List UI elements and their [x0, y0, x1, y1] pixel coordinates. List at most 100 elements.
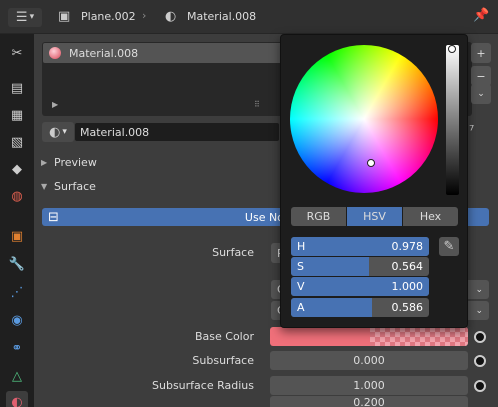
chevron-down-icon: ⌄	[477, 89, 485, 99]
tab-material[interactable]: ◐	[6, 391, 28, 407]
breadcrumb-separator: ›	[142, 9, 147, 22]
value-cursor[interactable]	[448, 45, 456, 53]
tab-hex-label: Hex	[419, 210, 442, 223]
hue-value: 0.978	[391, 240, 424, 253]
alpha-label: A	[297, 301, 305, 314]
preview-panel-header[interactable]: Preview	[54, 156, 97, 169]
alpha-value: 0.586	[391, 301, 424, 314]
tab-constraints[interactable]: ⚭	[6, 337, 28, 359]
saturation-slider[interactable]: S 0.564	[291, 257, 429, 276]
expand-arrow-icon[interactable]: ▶	[52, 100, 58, 109]
tab-modifiers[interactable]: 🔧	[6, 253, 28, 275]
hue-saturation-wheel[interactable]	[290, 45, 438, 193]
base-color-swatch[interactable]	[270, 327, 468, 346]
expand-arrow-icon[interactable]: ▼	[41, 182, 47, 191]
tab-tool[interactable]: ✂	[6, 42, 28, 64]
tab-rgb[interactable]: RGB	[291, 207, 346, 226]
tab-hsv[interactable]: HSV	[347, 207, 402, 226]
subsurface-socket-icon[interactable]	[474, 355, 486, 367]
editor-type-button[interactable]: ☰ ▾	[8, 8, 42, 27]
tab-render[interactable]: ▤	[6, 77, 28, 99]
surface-panel-header[interactable]: Surface	[54, 180, 96, 193]
plus-icon: +	[476, 46, 486, 60]
material-browse-icon: ◐	[49, 124, 61, 140]
material-sphere-icon	[49, 47, 61, 59]
scene-icon: ◆	[12, 161, 22, 177]
material-tab-icon: ◐	[11, 394, 23, 407]
mesh-data-icon: △	[12, 368, 22, 384]
blender-properties-editor: ☰ ▾ ▣ Plane.002 › ◐ Material.008 📌 ✂ ▤ ▦…	[0, 0, 498, 407]
tab-rgb-label: RGB	[306, 210, 331, 223]
base-color-alpha	[370, 327, 468, 346]
tab-output[interactable]: ▦	[6, 104, 28, 126]
value-value: 1.000	[391, 280, 424, 293]
object-name[interactable]: Plane.002	[81, 10, 136, 23]
slot-name: Material.008	[69, 46, 139, 60]
value-slider[interactable]	[446, 45, 459, 195]
chevron-down-icon: ▾	[62, 127, 67, 137]
base-color-label: Base Color	[194, 330, 254, 343]
world-icon: ◍	[11, 188, 23, 204]
value-field[interactable]: V 1.000	[291, 277, 429, 296]
render-icon: ▤	[10, 80, 24, 96]
subsurface-radius-socket-icon[interactable]	[474, 380, 486, 392]
subsurface-radius-y-field[interactable]: 0.200	[270, 396, 468, 407]
collapse-arrow-icon[interactable]: ▶	[41, 158, 47, 167]
hue-label: H	[297, 240, 306, 253]
alpha-slider[interactable]: A 0.586	[291, 298, 429, 317]
wheel-cursor[interactable]	[367, 159, 375, 167]
material-name-text: Material.008	[80, 125, 150, 139]
tool-icon: ✂	[11, 45, 23, 61]
surface-label: Surface	[212, 246, 254, 259]
chevron-down-icon: ▾	[29, 12, 35, 22]
subsurface-value: 0.000	[353, 354, 385, 367]
minus-icon: −	[476, 69, 486, 83]
constraints-icon: ⚭	[11, 340, 23, 356]
tab-physics[interactable]: ◉	[6, 309, 28, 331]
use-nodes-label: Use No	[244, 210, 284, 224]
remove-slot-button[interactable]: −	[471, 66, 491, 86]
resize-grip-icon[interactable]: ⠿	[254, 100, 260, 109]
subsurface-radius-y-value: 0.200	[353, 396, 385, 407]
hue-slider[interactable]: H 0.978	[291, 237, 429, 256]
tab-hex[interactable]: Hex	[403, 207, 458, 226]
object-icon: ▣	[10, 228, 24, 244]
subsurface-label: Subsurface	[192, 354, 254, 367]
saturation-value: 0.564	[391, 260, 424, 273]
saturation-label: S	[297, 260, 304, 273]
pin-icon[interactable]: 📌	[473, 9, 489, 22]
slot-specials-button[interactable]: ⌄	[471, 84, 491, 104]
tab-scene[interactable]: ◆	[6, 158, 28, 180]
chevron-down-icon: ⌄	[475, 305, 483, 316]
particles-icon: ⋰	[10, 284, 24, 300]
base-color-socket-icon[interactable]	[474, 331, 486, 343]
tab-view-layer[interactable]: ▧	[6, 131, 28, 153]
chevron-down-icon: ⌄	[475, 284, 483, 295]
output-icon: ▦	[10, 107, 24, 123]
physics-icon: ◉	[11, 312, 23, 328]
eyedropper-button[interactable]: ✎	[439, 237, 459, 256]
tab-particles[interactable]: ⋰	[6, 281, 28, 303]
mesh-object-icon: ▣	[58, 9, 71, 24]
tab-world[interactable]: ◍	[6, 185, 28, 207]
subsurface-radius-label: Subsurface Radius	[152, 379, 254, 392]
material-breadcrumb[interactable]: Material.008	[187, 10, 256, 23]
properties-editor-icon: ☰	[15, 10, 28, 25]
subsurface-radius-x-field[interactable]: 1.000	[270, 376, 468, 395]
tab-hsv-label: HSV	[363, 210, 386, 223]
subsurface-radius-x-value: 1.000	[353, 379, 385, 392]
tab-data[interactable]: △	[6, 365, 28, 387]
base-color-solid	[270, 327, 370, 346]
fake-user-icon[interactable]: ⁷	[469, 125, 474, 138]
value-label: V	[297, 280, 305, 293]
subsurface-field[interactable]: 0.000	[270, 351, 468, 370]
material-icon: ◐	[165, 9, 177, 24]
node-tree-icon: ⊟	[48, 209, 59, 225]
eyedropper-icon: ✎	[443, 239, 455, 254]
browse-material-button[interactable]: ◐ ▾	[42, 122, 74, 142]
tab-object[interactable]: ▣	[6, 225, 28, 247]
wrench-icon: 🔧	[8, 256, 26, 272]
add-slot-button[interactable]: +	[471, 43, 491, 63]
view-layer-icon: ▧	[10, 134, 24, 150]
material-name-field[interactable]: Material.008	[74, 122, 280, 142]
